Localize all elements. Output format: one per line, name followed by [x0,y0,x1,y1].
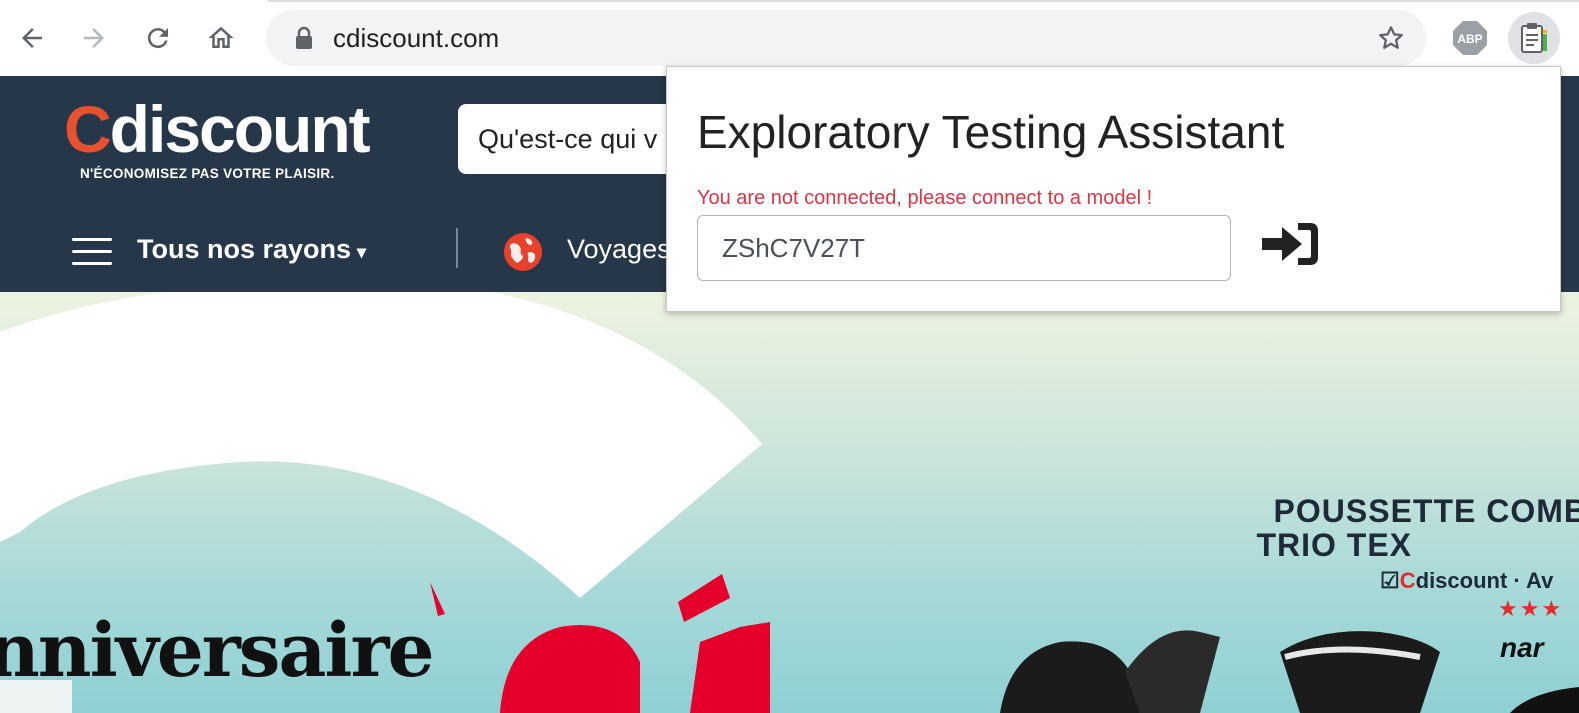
product-seller: ☑Cdiscount · Av [1380,568,1554,593]
reload-button[interactable] [138,18,178,58]
cdiscount-logo[interactable]: Cdiscount N'ÉCONOMISEZ PAS VOTRE PLAISIR… [64,92,371,181]
home-button[interactable] [201,18,241,58]
sign-in-icon [1262,223,1318,265]
logo-wordmark: Cdiscount [64,92,371,166]
hamburger-menu-icon[interactable] [72,236,112,268]
product-rating-stars: ★★★ [1498,596,1564,621]
lock-icon [296,26,312,49]
adblock-icon[interactable]: ABP [1452,20,1488,56]
popup-title: Exploratory Testing Assistant [697,106,1285,158]
extension-popup: Exploratory Testing Assistant You are no… [666,66,1561,312]
search-placeholder: Qu'est-ce qui v [478,124,658,154]
star-icon[interactable] [1376,23,1406,53]
all-departments-menu[interactable]: Tous nos rayons ▾ [137,234,366,265]
testing-assistant-extension-button[interactable] [1508,12,1560,64]
all-departments-label: Tous nos rayons [137,234,352,264]
product-title: POUSSETTE COMBIN TRIO TEX [1256,493,1579,563]
caret-down-icon: ▾ [357,242,367,262]
svg-text:ABP: ABP [1457,32,1482,46]
arrow-right-icon [84,28,104,48]
address-bar[interactable]: cdiscount.com [266,10,1426,66]
back-button[interactable] [12,18,52,58]
product-maker: nar [1500,632,1544,663]
url-text: cdiscount.com [333,23,500,53]
promo-banner[interactable]: nniversaire POUSSETTE COMBIN TRIO TEX ☑C… [0,292,1579,713]
browser-toolbar: cdiscount.com ABP [0,0,1579,76]
nav-divider [456,228,458,268]
arrow-left-icon [22,28,42,48]
forward-button[interactable] [74,18,114,58]
tab-strip-edge [268,0,1579,2]
connect-button[interactable] [1261,219,1321,269]
connection-error-message: You are not connected, please connect to… [697,187,1153,209]
logo-tagline: N'ÉCONOMISEZ PAS VOTRE PLAISIR. [80,166,335,181]
anniversary-heading: nniversaire [0,608,435,694]
clipboard-icon [1521,23,1547,53]
nav-item-voyages[interactable]: Voyages [567,234,671,265]
home-icon [208,26,234,48]
globe-icon [504,233,542,271]
reload-icon [147,28,168,49]
model-id-input[interactable] [697,215,1231,281]
